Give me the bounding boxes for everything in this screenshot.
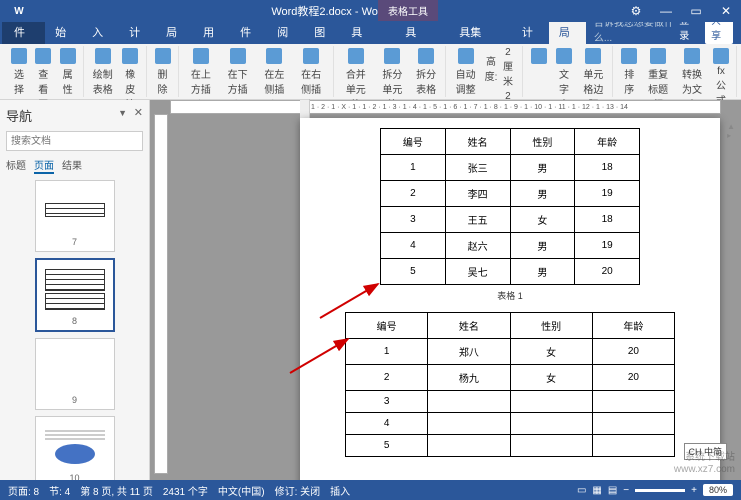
page-thumbnail-9[interactable]: 9 xyxy=(35,338,115,410)
zoom-level[interactable]: 80% xyxy=(703,484,733,496)
table-row[interactable]: 4 xyxy=(346,413,675,435)
table-row[interactable]: 4赵六男19 xyxy=(381,233,640,259)
navtab-页面[interactable]: 页面 xyxy=(34,157,54,174)
table-1-caption: 表格 1 xyxy=(300,289,720,302)
status-section[interactable]: 节: 4 xyxy=(49,483,70,498)
navpane-dropdown-icon[interactable]: ▼ xyxy=(118,108,127,118)
ribbon-选择[interactable]: 选择 xyxy=(8,46,30,98)
document-title: Word教程2.docx - Word xyxy=(38,3,621,19)
status-page[interactable]: 页面: 8 xyxy=(8,483,39,498)
window-close-icon[interactable]: ✕ xyxy=(711,0,741,22)
navtab-标题[interactable]: 标题 xyxy=(6,157,26,174)
zoom-slider[interactable] xyxy=(635,489,685,492)
status-pages[interactable]: 第 8 页, 共 11 页 xyxy=(80,483,153,498)
ribbon-mini[interactable]: 高度:2 厘米 xyxy=(483,46,518,89)
page-thumbnail-8[interactable]: 8 xyxy=(35,258,115,332)
ribbon-自动调整[interactable]: 自动调整 xyxy=(451,46,481,98)
status-track[interactable]: 修订: 关闭 xyxy=(275,483,321,498)
zoom-out-icon[interactable]: − xyxy=(623,485,629,496)
document-page[interactable]: 编号姓名性别年龄1张三男182李四男193王五女184赵六男195吴七男20 表… xyxy=(300,118,720,480)
status-insert[interactable]: 插入 xyxy=(330,483,350,498)
page-thumbnail-7[interactable]: 7 xyxy=(35,180,115,252)
zoom-in-icon[interactable]: + xyxy=(691,485,697,496)
table-row[interactable]: 2李四男19 xyxy=(381,181,640,207)
table-header[interactable]: 性别 xyxy=(510,313,592,339)
horizontal-ruler[interactable]: 1 · 2 · 1 · X · 1 · 1 · 2 · 1 · 3 · 1 · … xyxy=(170,100,721,114)
view-web-icon[interactable]: ▤ xyxy=(608,485,617,496)
table-row[interactable]: 1郑八女20 xyxy=(346,339,675,365)
table-header[interactable]: 年龄 xyxy=(592,313,674,339)
window-minimize-icon[interactable]: — xyxy=(651,0,681,22)
page-thumbnail-10[interactable]: 10 xyxy=(35,416,115,480)
table-header[interactable]: 姓名 xyxy=(445,129,510,155)
status-lang[interactable]: 中文(中国) xyxy=(218,483,265,498)
watermark: 系统下载站www.xz7.com xyxy=(674,452,735,476)
table-header[interactable]: 姓名 xyxy=(428,313,510,339)
view-print-icon[interactable]: ▦ xyxy=(592,485,601,496)
ribbon-排序[interactable]: 排序 xyxy=(618,46,640,98)
ribbon-删除[interactable]: 删除 xyxy=(152,46,174,98)
table-header[interactable]: 年龄 xyxy=(575,129,640,155)
search-input[interactable] xyxy=(6,131,143,151)
window-settings-icon[interactable]: ⚙ xyxy=(621,0,651,22)
ribbon-绘制表格[interactable]: 绘制表格 xyxy=(89,46,117,98)
navpane-close-icon[interactable]: ✕ xyxy=(134,106,143,119)
ribbon-collapse-icon[interactable]: ▲▸ xyxy=(727,122,735,140)
ribbon-align[interactable] xyxy=(528,46,550,68)
ribbon-拆分表格[interactable]: 拆分表格 xyxy=(412,46,441,98)
table-row[interactable]: 5吴七男20 xyxy=(381,259,640,285)
word-icon: W xyxy=(0,6,38,17)
ribbon-属性[interactable]: 属性 xyxy=(57,46,79,98)
table-header[interactable]: 性别 xyxy=(510,129,575,155)
table-row[interactable]: 1张三男18 xyxy=(381,155,640,181)
table-header[interactable]: 编号 xyxy=(346,313,428,339)
table-1[interactable]: 编号姓名性别年龄1张三男182李四男193王五女184赵六男195吴七男20 xyxy=(380,128,640,285)
status-words[interactable]: 2431 个字 xyxy=(163,483,208,498)
table-2[interactable]: 编号姓名性别年龄1郑八女202杨九女20345 xyxy=(345,312,675,457)
table-row[interactable]: 5 xyxy=(346,435,675,457)
view-read-icon[interactable]: ▭ xyxy=(577,485,586,496)
context-tab-table-tools: 表格工具 xyxy=(378,0,438,21)
table-row[interactable]: 3王五女18 xyxy=(381,207,640,233)
vertical-ruler[interactable] xyxy=(154,114,168,474)
table-header[interactable]: 编号 xyxy=(381,129,446,155)
window-restore-icon[interactable]: ▭ xyxy=(681,0,711,22)
table-row[interactable]: 2杨九女20 xyxy=(346,365,675,391)
navtab-结果[interactable]: 结果 xyxy=(62,157,82,174)
table-row[interactable]: 3 xyxy=(346,391,675,413)
